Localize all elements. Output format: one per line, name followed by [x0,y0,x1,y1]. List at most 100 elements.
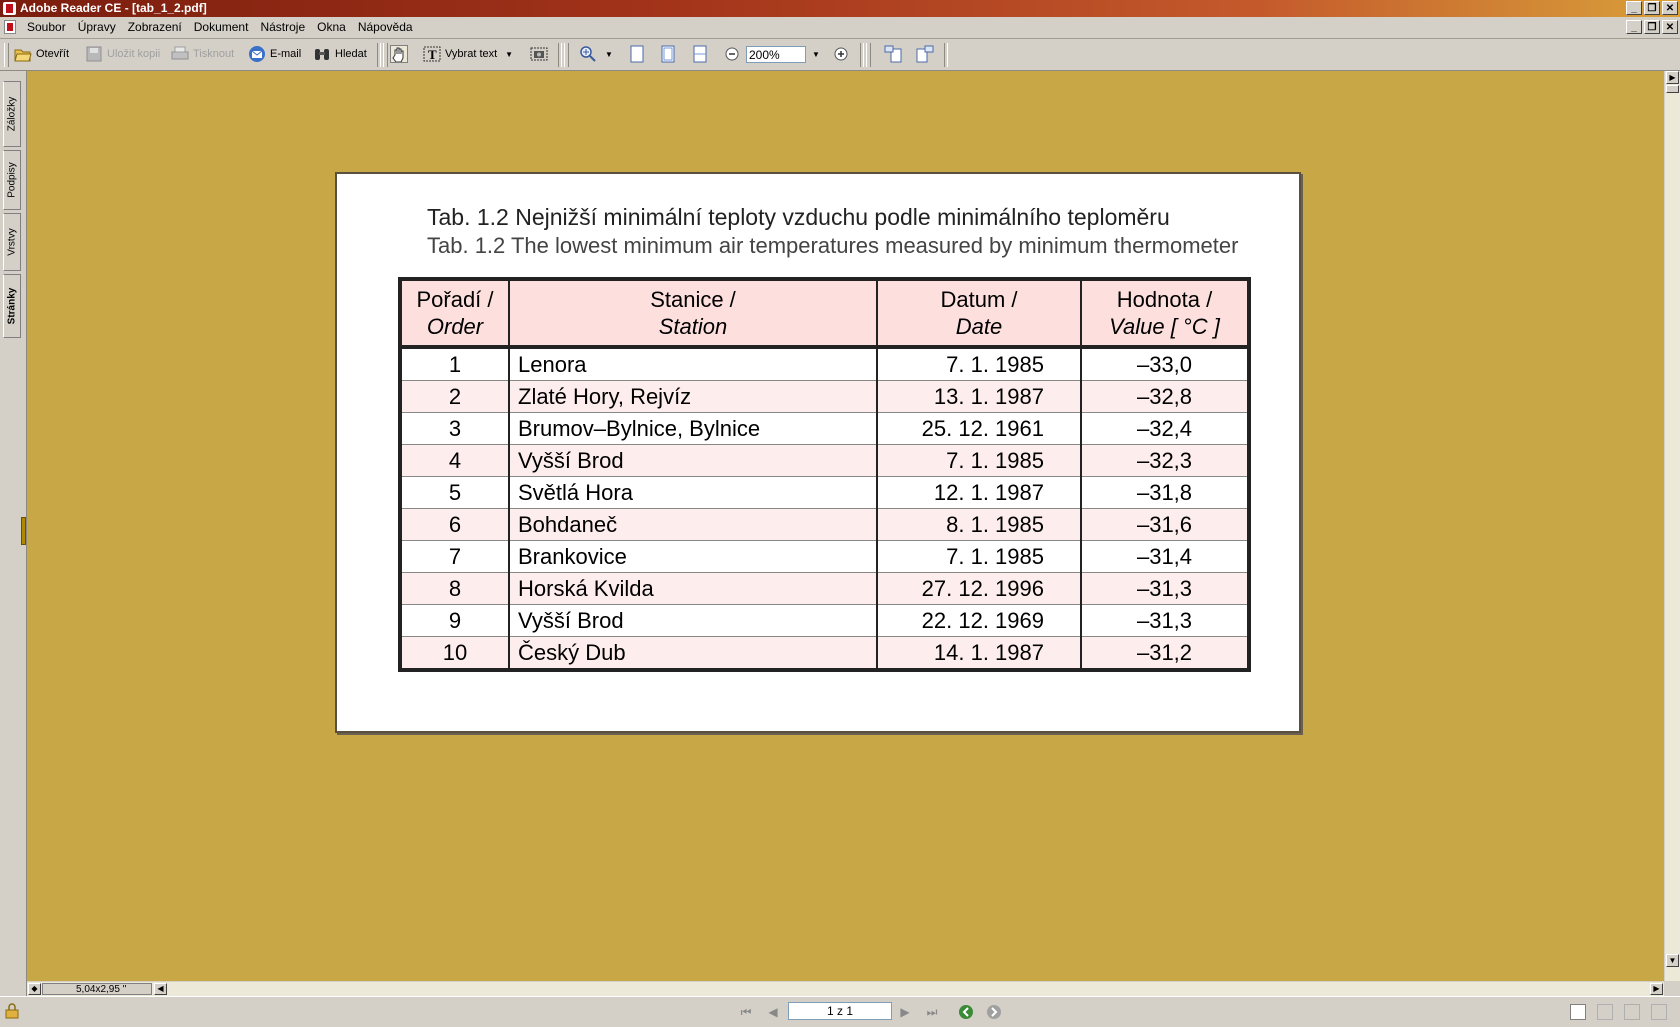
cell-value: –31,3 [1080,572,1250,605]
padlock-icon[interactable] [4,1003,20,1019]
page-number-input[interactable]: 1 z 1 [788,1002,892,1020]
fit-page-button[interactable] [659,44,681,64]
table-row: 4 Vyšší Brod 7. 1. 1985 –32,3 [399,444,1250,477]
go-forward-icon[interactable] [986,1004,1002,1020]
doc-restore-button[interactable]: ❐ [1644,20,1660,34]
cell-station: Brumov–Bylnice, Bylnice [508,412,878,445]
menu-napoveda[interactable]: Nápověda [358,20,413,35]
toolbar-grip[interactable] [564,43,569,67]
select-text-button[interactable]: T Vybrat text ▼ [423,44,513,64]
tab-signatures[interactable]: Podpisy [3,150,21,210]
previous-page-button[interactable]: ◀ [765,1004,781,1020]
binoculars-icon [313,45,331,63]
cell-order: 10 [399,636,510,671]
continuous-view-icon[interactable] [1597,1004,1613,1020]
scroll-up-arrow[interactable]: ▶ [1666,71,1679,84]
title-bar: Adobe Reader CE - [tab_1_2.pdf] _ ❐ ✕ [0,0,1680,17]
toolbar-grip[interactable] [4,43,9,67]
cell-station: Lenora [508,346,878,381]
panel-resize-handle[interactable] [21,517,26,545]
menu-nastroje[interactable]: Nástroje [260,20,305,35]
zoom-dropdown-button[interactable]: ▼ [812,44,820,64]
document-icon[interactable] [4,20,16,34]
navigation-panel-toggle[interactable]: ◆ [28,983,41,995]
hand-tool-button[interactable] [390,44,412,64]
rotate-clockwise-button[interactable] [916,44,938,64]
facing-view-icon[interactable] [1651,1004,1667,1020]
search-button[interactable]: Hledat [313,44,367,64]
chevron-down-icon: ▼ [812,49,820,59]
continuous-facing-view-icon[interactable] [1624,1004,1640,1020]
close-button[interactable]: ✕ [1662,1,1678,15]
table-caption-english: Tab. 1.2 The lowest minimum air temperat… [427,233,1239,258]
zoom-out-button[interactable] [723,44,745,64]
zoom-in-tool-button[interactable]: ▼ [579,44,613,64]
toolbar-grip[interactable] [866,43,871,67]
restore-button[interactable]: ❐ [1644,1,1660,15]
fit-width-button[interactable] [691,44,713,64]
cell-date: 13. 1. 1987 [876,380,1082,413]
magnifier-icon [579,45,597,63]
minimize-button[interactable]: _ [1626,1,1642,15]
single-page-view-icon[interactable] [1570,1004,1586,1020]
status-bar: ⏮ ◀ 1 z 1 ▶ ⏭ [0,996,1680,1027]
scroll-down-arrow[interactable]: ▼ [1666,954,1679,967]
cell-value: –31,3 [1080,604,1250,637]
toolbar-separator [860,43,864,67]
cell-value: –31,6 [1080,508,1250,541]
vertical-scrollbar[interactable]: ▶ ▼ [1664,71,1680,981]
cell-date: 12. 1. 1987 [876,476,1082,509]
first-page-button[interactable]: ⏮ [738,1004,754,1020]
cell-station: Vyšší Brod [508,604,878,637]
horizontal-scrollbar[interactable]: ◆ 5,04x2,95 " ◀ ▶ [27,981,1664,996]
menu-upravy[interactable]: Úpravy [78,20,116,35]
split-handle[interactable] [1666,85,1679,93]
chevron-down-icon[interactable]: ▼ [605,50,613,59]
rotate-left-icon [884,45,902,63]
open-button[interactable]: Otevřít [14,44,69,64]
cell-station: Bohdaneč [508,508,878,541]
toolbar: Otevřít Uložit kopii Tisknout E-mail Hle… [0,39,1680,71]
toolbar-grip[interactable] [383,43,388,67]
email-button[interactable]: E-mail [248,44,301,64]
chevron-down-icon[interactable]: ▼ [505,50,513,59]
menu-dokument[interactable]: Dokument [194,20,249,35]
cell-order: 7 [399,540,510,573]
rotate-counterclockwise-button[interactable] [884,44,906,64]
print-button[interactable]: Tisknout [171,44,234,64]
zoom-in-button[interactable] [832,44,854,64]
doc-minimize-button[interactable]: _ [1626,20,1642,34]
go-back-icon[interactable] [958,1004,974,1020]
cell-order: 5 [399,476,510,509]
toolbar-separator [558,43,562,67]
cell-value: –32,8 [1080,380,1250,413]
menu-soubor[interactable]: Soubor [27,20,66,35]
tab-bookmarks[interactable]: Záložky [3,81,21,147]
scroll-right-arrow[interactable]: ▶ [1650,983,1663,995]
page-fit-width-icon [691,45,709,63]
actual-size-button[interactable] [628,44,650,64]
scroll-left-arrow[interactable]: ◀ [154,983,167,995]
navigation-panel: Záložky Podpisy Vrstvy Stránky [0,71,27,996]
save-copy-button[interactable]: Uložit kopii [85,44,160,64]
doc-close-button[interactable]: ✕ [1662,20,1678,34]
snapshot-button[interactable] [530,44,552,64]
menu-zobrazeni[interactable]: Zobrazení [128,20,182,35]
plus-circle-icon [832,45,850,63]
table-header-row: Pořadí / Order Stanice / Station Datum /… [399,278,1250,349]
svg-text:T: T [428,47,437,62]
zoom-level-input[interactable]: 200% [746,46,806,63]
tab-pages[interactable]: Stránky [3,274,21,338]
page-size-indicator: 5,04x2,95 " [42,983,152,995]
next-page-button[interactable]: ▶ [897,1004,913,1020]
cell-station: Český Dub [508,636,878,671]
cell-value: –32,4 [1080,412,1250,445]
cell-order: 9 [399,604,510,637]
last-page-button[interactable]: ⏭ [924,1004,940,1020]
camera-icon [530,45,548,63]
cell-order: 2 [399,380,510,413]
table-row: 3 Brumov–Bylnice, Bylnice 25. 12. 1961 –… [399,412,1250,445]
table-row: 6 Bohdaneč 8. 1. 1985 –31,6 [399,508,1250,541]
menu-okna[interactable]: Okna [317,20,346,35]
tab-layers[interactable]: Vrstvy [3,213,21,271]
